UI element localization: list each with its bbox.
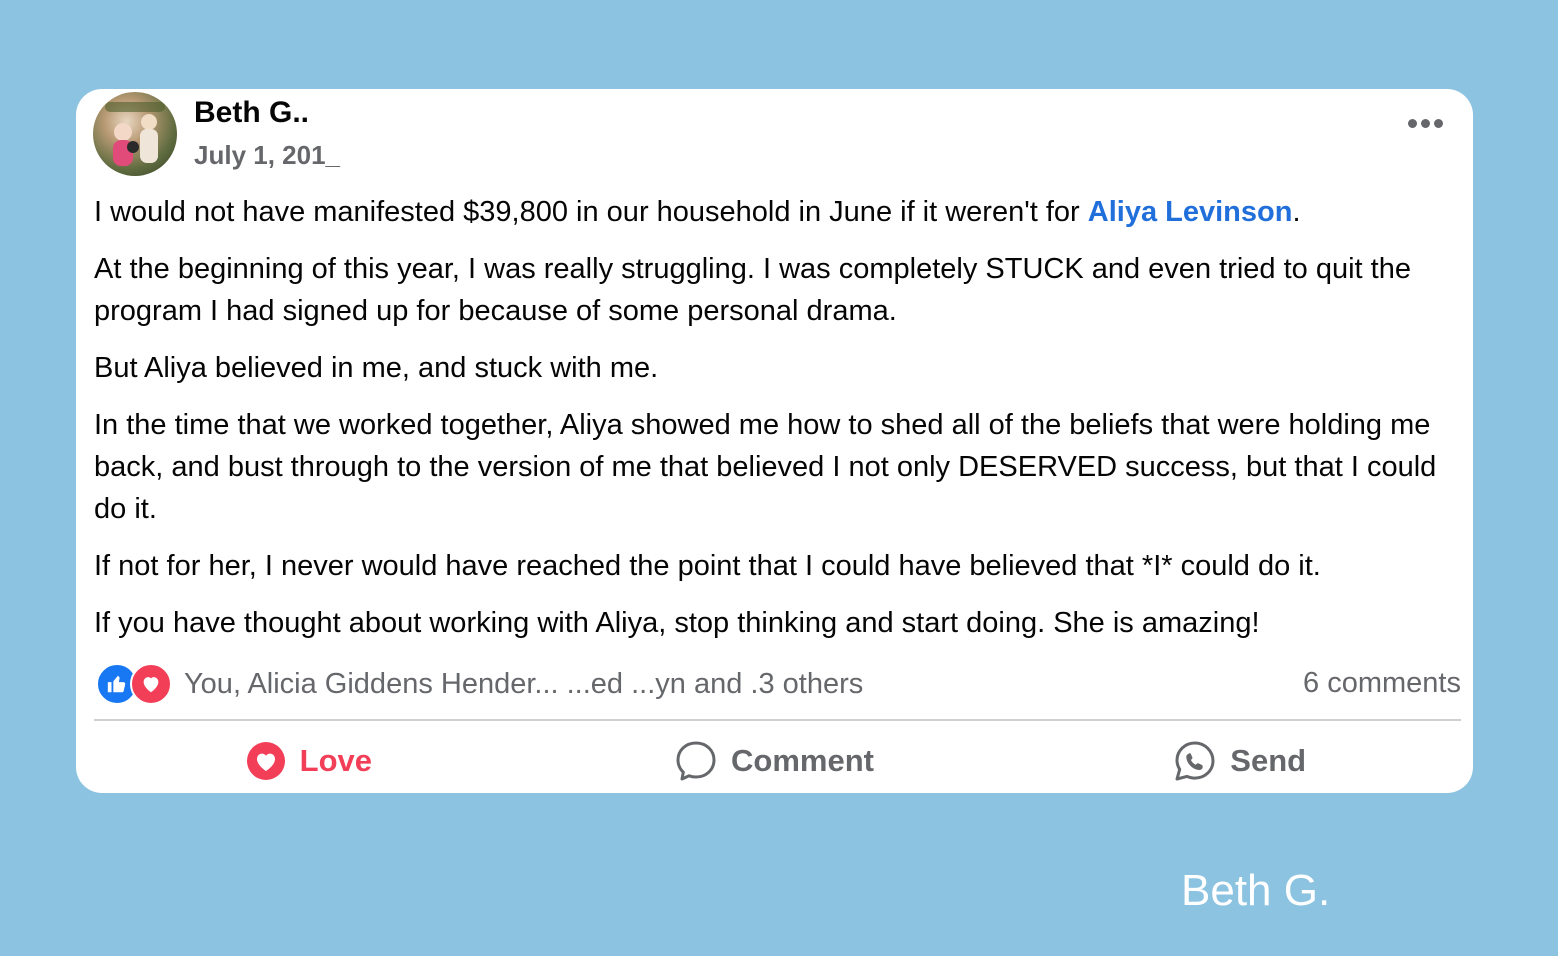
post-paragraph: If you have thought about working with A… xyxy=(94,607,1260,639)
post-paragraph: If not for her, I never would have reach… xyxy=(94,550,1321,582)
heart-icon xyxy=(130,663,172,705)
send-label: Send xyxy=(1230,743,1307,778)
post-paragraph: But Aliya believed in me, and stuck with… xyxy=(94,352,659,384)
attribution: Beth G. xyxy=(1181,866,1331,915)
send-button[interactable]: Send xyxy=(1007,740,1473,782)
more-options-icon[interactable] xyxy=(1405,115,1445,131)
post-paragraph: In the time that we worked together, Ali… xyxy=(94,409,1437,525)
avatar-photo xyxy=(105,102,165,166)
comment-label: Comment xyxy=(731,743,874,778)
post-date[interactable]: July 1, 201_ xyxy=(194,140,340,171)
speech-bubble-icon xyxy=(676,741,716,781)
love-button[interactable]: Love xyxy=(76,741,542,781)
post-text: . xyxy=(1292,196,1301,228)
divider xyxy=(94,719,1461,721)
comments-count[interactable]: 6 comments xyxy=(1303,667,1461,700)
post-card: Beth G.. July 1, 201_ I would not have m… xyxy=(76,89,1473,793)
post-body: I would not have manifested $39,800 in o… xyxy=(94,191,1464,659)
action-bar: Love Comment Send xyxy=(76,729,1473,793)
post-paragraph: I would not have manifested $39,800 in o… xyxy=(94,191,1464,233)
mention-link[interactable]: Aliya Levinson xyxy=(1088,196,1293,228)
author-name[interactable]: Beth G.. xyxy=(194,96,309,130)
messenger-icon xyxy=(1175,741,1215,781)
reaction-names[interactable]: You, Alicia Giddens Hender... ...ed ...y… xyxy=(184,668,863,701)
reaction-summary[interactable]: You, Alicia Giddens Hender... ...ed ...y… xyxy=(96,663,863,705)
comment-button[interactable]: Comment xyxy=(542,740,1008,782)
avatar[interactable] xyxy=(93,92,177,176)
post-text: I would not have manifested $39,800 in o… xyxy=(94,196,1088,228)
love-label: Love xyxy=(299,743,373,778)
post-paragraph: At the beginning of this year, I was rea… xyxy=(94,253,1411,327)
heart-icon xyxy=(246,742,285,780)
